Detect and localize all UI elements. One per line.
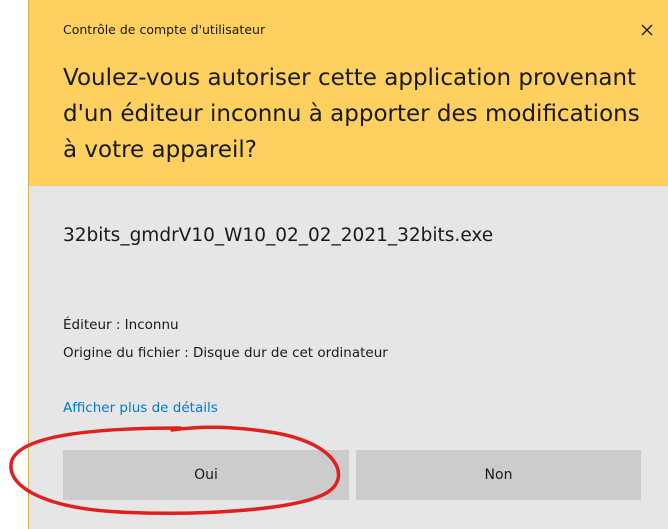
uac-dialog: Contrôle de compte d'utilisateur Voulez-… — [28, 0, 668, 529]
dialog-title: Contrôle de compte d'utilisateur — [63, 22, 266, 37]
dialog-header: Contrôle de compte d'utilisateur Voulez-… — [29, 0, 668, 186]
close-icon — [641, 24, 653, 36]
no-button-label: Non — [484, 467, 513, 483]
show-details-link[interactable]: Afficher plus de détails — [63, 400, 218, 416]
no-button[interactable]: Non — [356, 450, 641, 500]
close-button[interactable] — [633, 18, 661, 42]
program-filename: 32bits_gmdrV10_W10_02_02_2021_32bits.exe — [63, 225, 494, 246]
publisher-info: Éditeur : Inconnu — [63, 317, 179, 333]
yes-button-label: Oui — [194, 467, 218, 483]
yes-button[interactable]: Oui — [63, 450, 349, 500]
file-origin-info: Origine du fichier : Disque dur de cet o… — [63, 345, 388, 361]
dialog-headline: Voulez-vous autoriser cette application … — [63, 65, 640, 163]
